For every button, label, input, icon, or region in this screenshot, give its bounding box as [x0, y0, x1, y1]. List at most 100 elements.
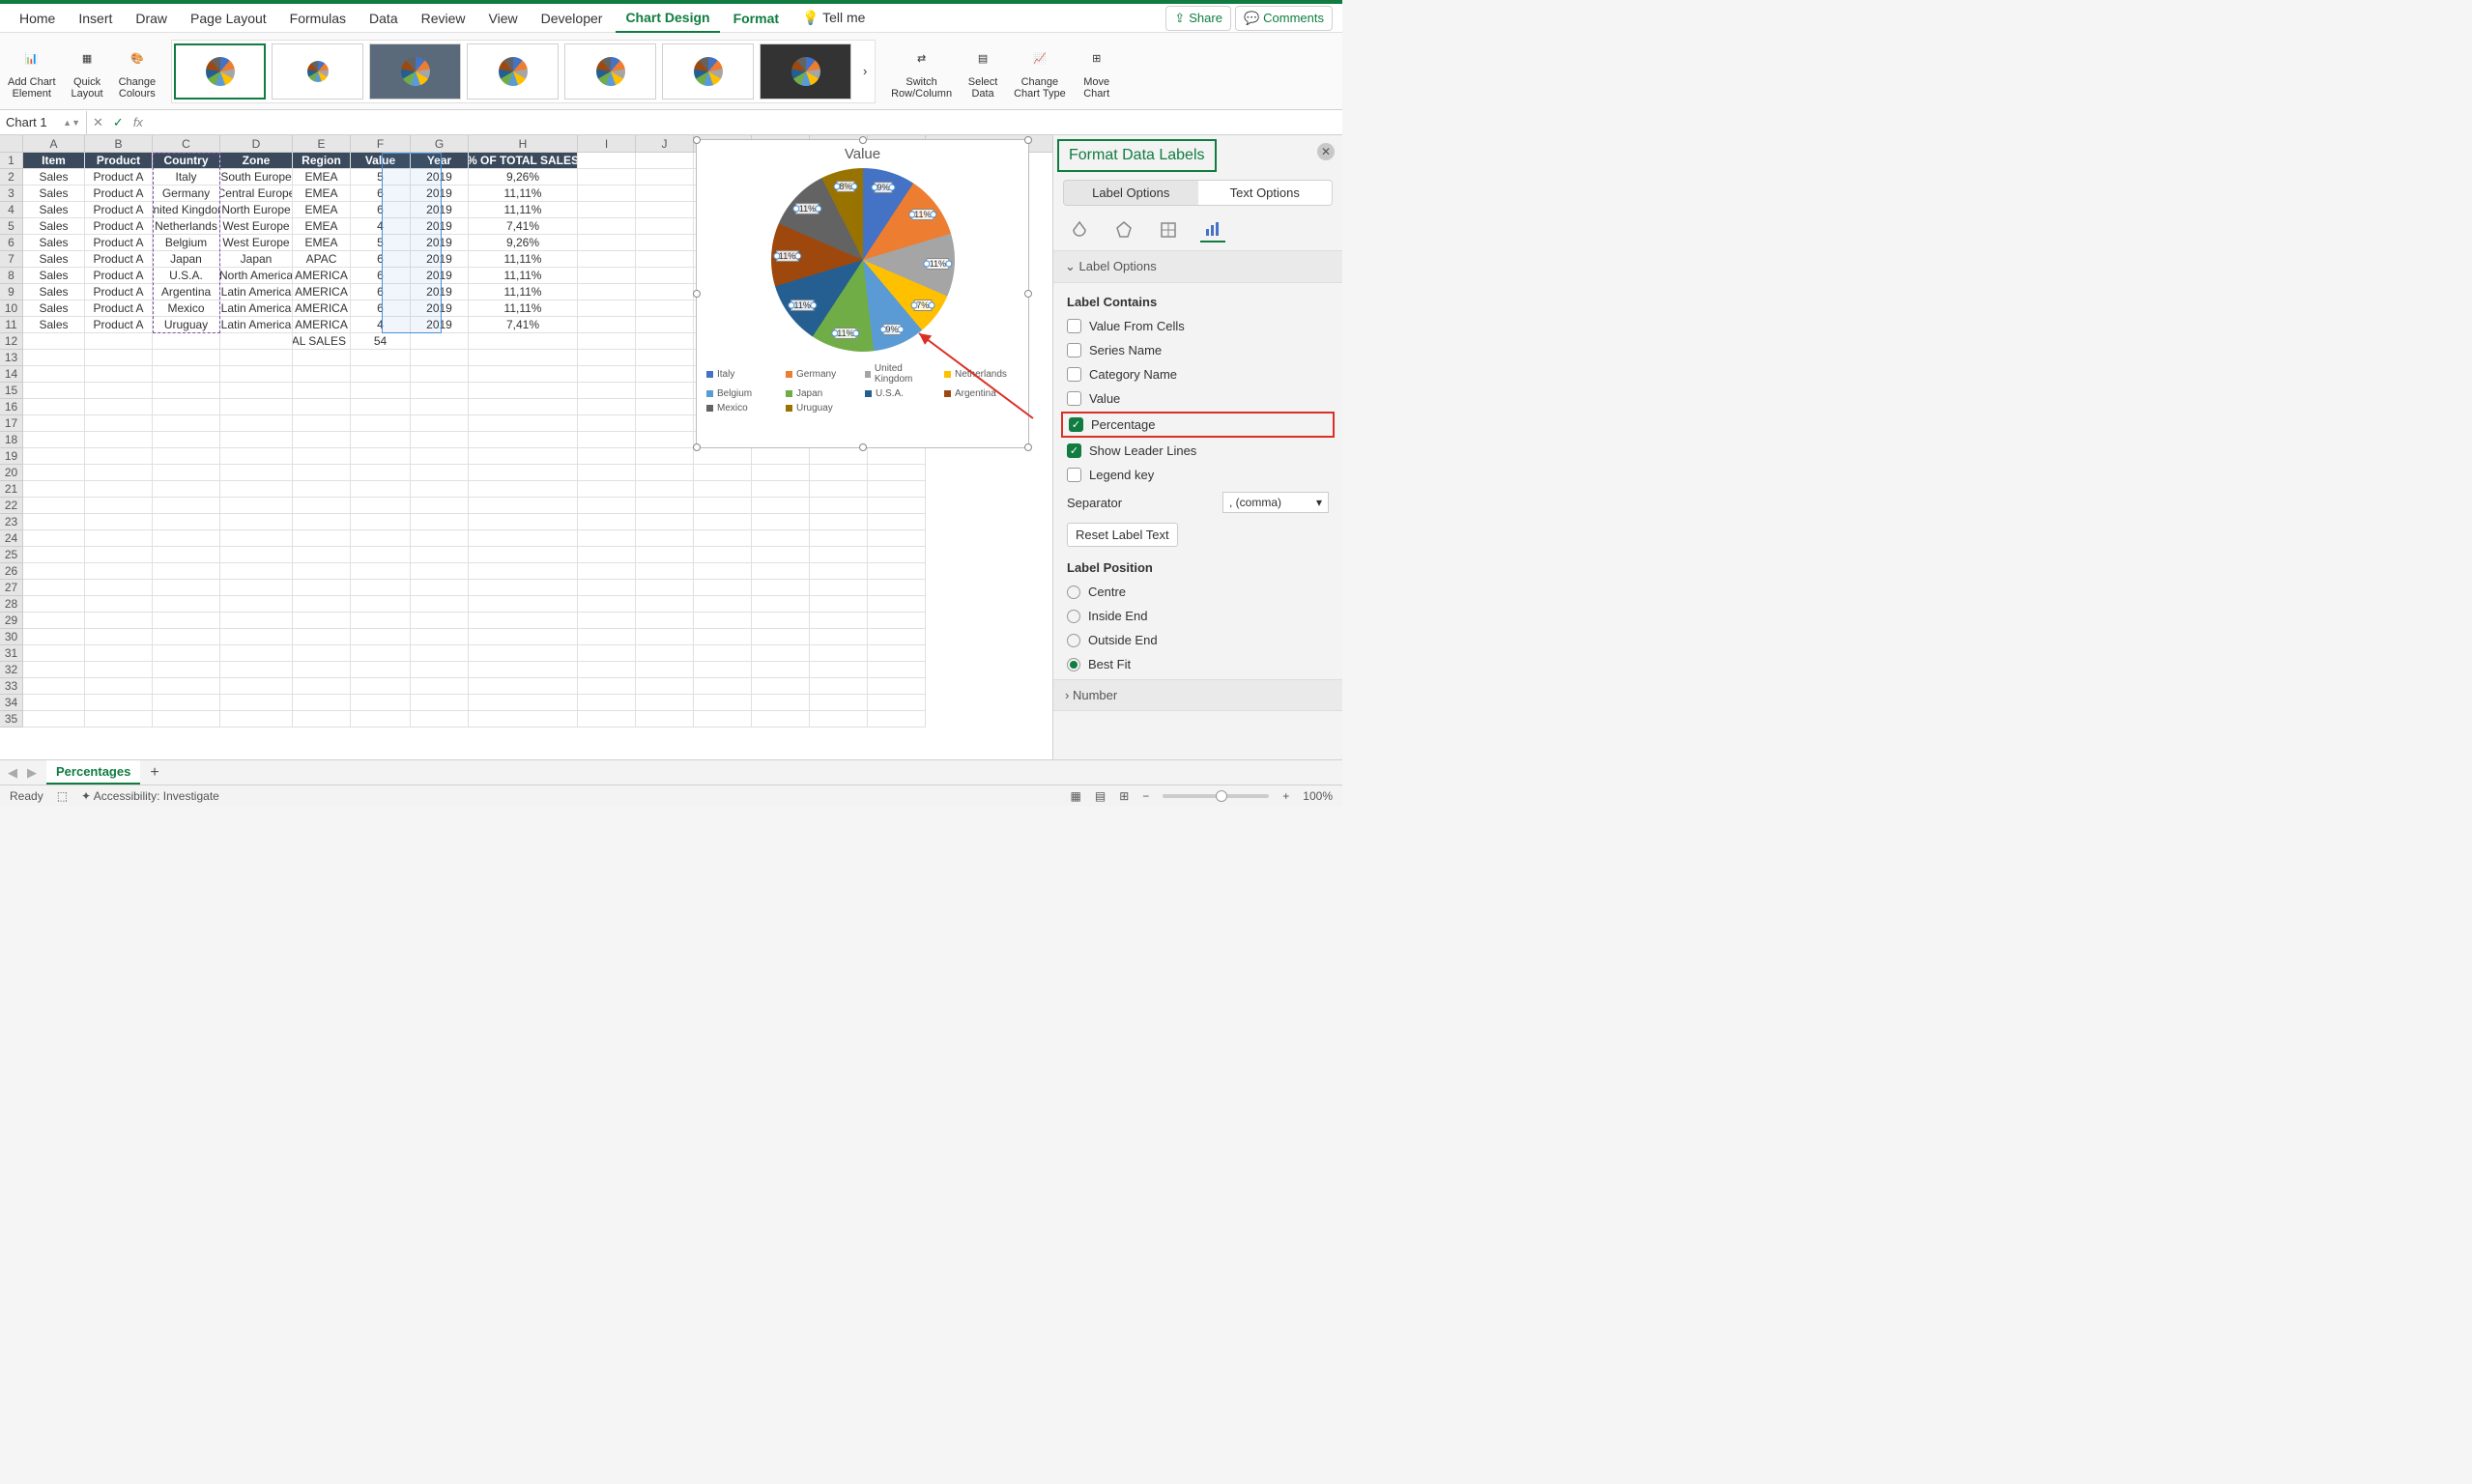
table-cell[interactable]: EMEA	[293, 202, 351, 218]
empty-cell[interactable]	[636, 415, 694, 432]
empty-cell[interactable]	[220, 580, 293, 596]
row-header[interactable]: 22	[0, 498, 23, 514]
empty-cell[interactable]	[868, 613, 926, 629]
quick-layout-button[interactable]: ▦ Quick Layout	[72, 43, 103, 100]
empty-cell[interactable]	[469, 448, 578, 465]
empty-cell[interactable]	[469, 333, 578, 350]
empty-cell[interactable]	[411, 563, 469, 580]
row-header[interactable]: 32	[0, 662, 23, 678]
empty-cell[interactable]	[293, 547, 351, 563]
empty-cell[interactable]	[411, 481, 469, 498]
empty-cell[interactable]	[578, 645, 636, 662]
table-cell[interactable]: Uruguay	[153, 317, 220, 333]
table-cell[interactable]: Sales	[23, 268, 85, 284]
empty-cell[interactable]	[868, 514, 926, 530]
data-label[interactable]: 11%	[796, 203, 819, 214]
empty-cell[interactable]	[469, 662, 578, 678]
empty-cell[interactable]	[578, 399, 636, 415]
empty-cell[interactable]	[868, 711, 926, 728]
empty-cell[interactable]	[694, 514, 752, 530]
data-label[interactable]: 11%	[911, 209, 934, 220]
ribbon-tab-insert[interactable]: Insert	[69, 5, 122, 32]
table-cell[interactable]: Sales	[23, 300, 85, 317]
empty-cell[interactable]	[752, 613, 810, 629]
cancel-formula-icon[interactable]: ✕	[93, 115, 103, 130]
empty-cell[interactable]	[85, 662, 153, 678]
table-cell[interactable]: 4	[351, 218, 411, 235]
table-cell[interactable]: 2019	[411, 186, 469, 202]
table-cell[interactable]: Japan	[153, 251, 220, 268]
empty-cell[interactable]	[868, 530, 926, 547]
empty-cell[interactable]	[220, 498, 293, 514]
ribbon-tab-formulas[interactable]: Formulas	[280, 5, 356, 32]
empty-cell[interactable]	[293, 662, 351, 678]
share-button[interactable]: ⇪ Share	[1165, 6, 1231, 31]
move-chart-button[interactable]: ⊞ Move Chart	[1081, 43, 1112, 100]
table-header-cell[interactable]: Year	[411, 153, 469, 169]
table-cell[interactable]: Sales	[23, 235, 85, 251]
empty-cell[interactable]	[85, 350, 153, 366]
empty-cell[interactable]	[636, 498, 694, 514]
embedded-chart[interactable]: Value 9%11%11%7%9%11%11%11%11%8% ItalyGe…	[696, 139, 1029, 448]
table-cell[interactable]: 6	[351, 251, 411, 268]
change-chart-type-button[interactable]: 📈 Change Chart Type	[1014, 43, 1066, 100]
empty-cell[interactable]	[578, 333, 636, 350]
table-header-cell[interactable]: Country	[153, 153, 220, 169]
empty-cell[interactable]	[752, 596, 810, 613]
empty-cell[interactable]	[85, 333, 153, 350]
empty-cell[interactable]	[351, 629, 411, 645]
legend-item[interactable]: Argentina	[944, 388, 1012, 399]
column-header-B[interactable]: B	[85, 135, 153, 152]
empty-cell[interactable]	[411, 366, 469, 383]
table-cell[interactable]: 9,26%	[469, 169, 578, 186]
empty-cell[interactable]	[636, 202, 694, 218]
empty-cell[interactable]	[220, 465, 293, 481]
table-cell[interactable]: Sales	[23, 251, 85, 268]
empty-cell[interactable]	[351, 530, 411, 547]
view-normal-icon[interactable]: ▦	[1071, 789, 1081, 803]
chk-value[interactable]: Value	[1067, 391, 1329, 406]
empty-cell[interactable]	[868, 547, 926, 563]
empty-cell[interactable]	[153, 333, 220, 350]
table-cell[interactable]: 11,11%	[469, 284, 578, 300]
empty-cell[interactable]	[411, 415, 469, 432]
empty-cell[interactable]	[293, 383, 351, 399]
empty-cell[interactable]	[411, 448, 469, 465]
row-header[interactable]: 28	[0, 596, 23, 613]
empty-cell[interactable]	[636, 547, 694, 563]
empty-cell[interactable]	[23, 350, 85, 366]
empty-cell[interactable]	[153, 530, 220, 547]
empty-cell[interactable]	[23, 498, 85, 514]
empty-cell[interactable]	[351, 695, 411, 711]
table-header-cell[interactable]: % OF TOTAL SALES	[469, 153, 578, 169]
empty-cell[interactable]	[293, 629, 351, 645]
chart-legend[interactable]: ItalyGermanyUnited KingdomNetherlandsBel…	[697, 356, 1028, 421]
empty-cell[interactable]	[293, 399, 351, 415]
empty-cell[interactable]	[469, 695, 578, 711]
ribbon-tab-page-layout[interactable]: Page Layout	[181, 5, 276, 32]
pie-plot-area[interactable]: 9%11%11%7%9%11%11%11%11%8%	[771, 168, 955, 352]
legend-item[interactable]: Belgium	[706, 388, 774, 399]
empty-cell[interactable]	[351, 399, 411, 415]
empty-cell[interactable]	[810, 580, 868, 596]
empty-cell[interactable]	[411, 629, 469, 645]
chk-show-leader-lines[interactable]: ✓Show Leader Lines	[1067, 443, 1329, 458]
empty-cell[interactable]	[411, 662, 469, 678]
empty-cell[interactable]	[694, 678, 752, 695]
empty-cell[interactable]	[23, 678, 85, 695]
empty-cell[interactable]	[411, 399, 469, 415]
formula-bar[interactable]: ✕ ✓ fx	[87, 115, 1342, 130]
fill-line-icon[interactable]	[1067, 217, 1092, 243]
table-header-cell[interactable]: Product	[85, 153, 153, 169]
column-header-C[interactable]: C	[153, 135, 220, 152]
empty-cell[interactable]	[351, 711, 411, 728]
empty-cell[interactable]	[469, 596, 578, 613]
row-header[interactable]: 24	[0, 530, 23, 547]
empty-cell[interactable]	[293, 613, 351, 629]
empty-cell[interactable]	[220, 481, 293, 498]
empty-cell[interactable]	[636, 448, 694, 465]
empty-cell[interactable]	[85, 383, 153, 399]
column-header-G[interactable]: G	[411, 135, 469, 152]
chart-style-3[interactable]	[369, 43, 461, 100]
empty-cell[interactable]	[220, 448, 293, 465]
